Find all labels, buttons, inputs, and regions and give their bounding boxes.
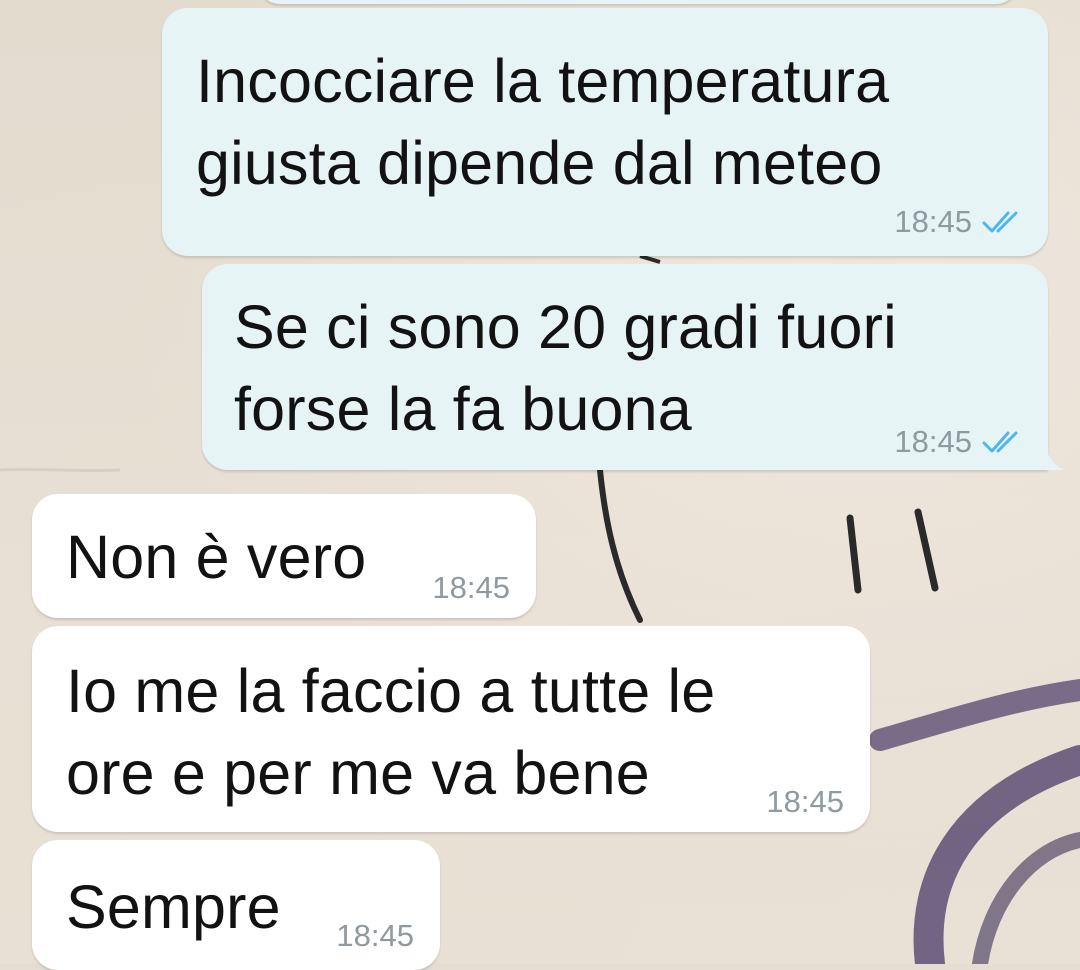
message-time: 18:45 bbox=[766, 784, 844, 819]
message-text: Non è vero bbox=[66, 523, 367, 591]
message-meta: 18:45 bbox=[432, 570, 510, 606]
message-bubble-outgoing[interactable]: Se ci sono 20 gradi fuori forse la fa bu… bbox=[202, 264, 1048, 470]
message-meta: 18:45 bbox=[336, 918, 414, 954]
bubble-tail bbox=[1046, 450, 1064, 470]
message-time: 18:45 bbox=[894, 424, 972, 459]
message-time: 18:45 bbox=[336, 918, 414, 953]
message-bubble-incoming[interactable]: Sempre 18:45 bbox=[32, 840, 440, 970]
message-text: Incocciare la temperatura giusta dipende… bbox=[196, 47, 890, 197]
message-time: 18:45 bbox=[432, 570, 510, 605]
message-meta: 18:45 bbox=[894, 424, 1026, 460]
message-text: Se ci sono 20 gradi fuori forse la fa bu… bbox=[234, 293, 897, 443]
message-meta: 18:45 bbox=[766, 784, 844, 820]
message-bubble-outgoing[interactable]: Incocciare la temperatura giusta dipende… bbox=[162, 8, 1048, 256]
message-bubble-incoming[interactable]: Io me la faccio a tutte le ore e per me … bbox=[32, 626, 870, 832]
message-text: Sempre bbox=[66, 873, 281, 941]
message-text: Io me la faccio a tutte le ore e per me … bbox=[66, 657, 716, 807]
double-check-read-icon bbox=[982, 211, 1018, 233]
previous-message-bubble-edge bbox=[258, 0, 1018, 4]
message-bubble-incoming[interactable]: Non è vero 18:45 bbox=[32, 494, 536, 618]
double-check-read-icon bbox=[982, 431, 1018, 453]
message-time: 18:45 bbox=[894, 204, 972, 239]
message-meta: 18:45 bbox=[894, 204, 1026, 240]
